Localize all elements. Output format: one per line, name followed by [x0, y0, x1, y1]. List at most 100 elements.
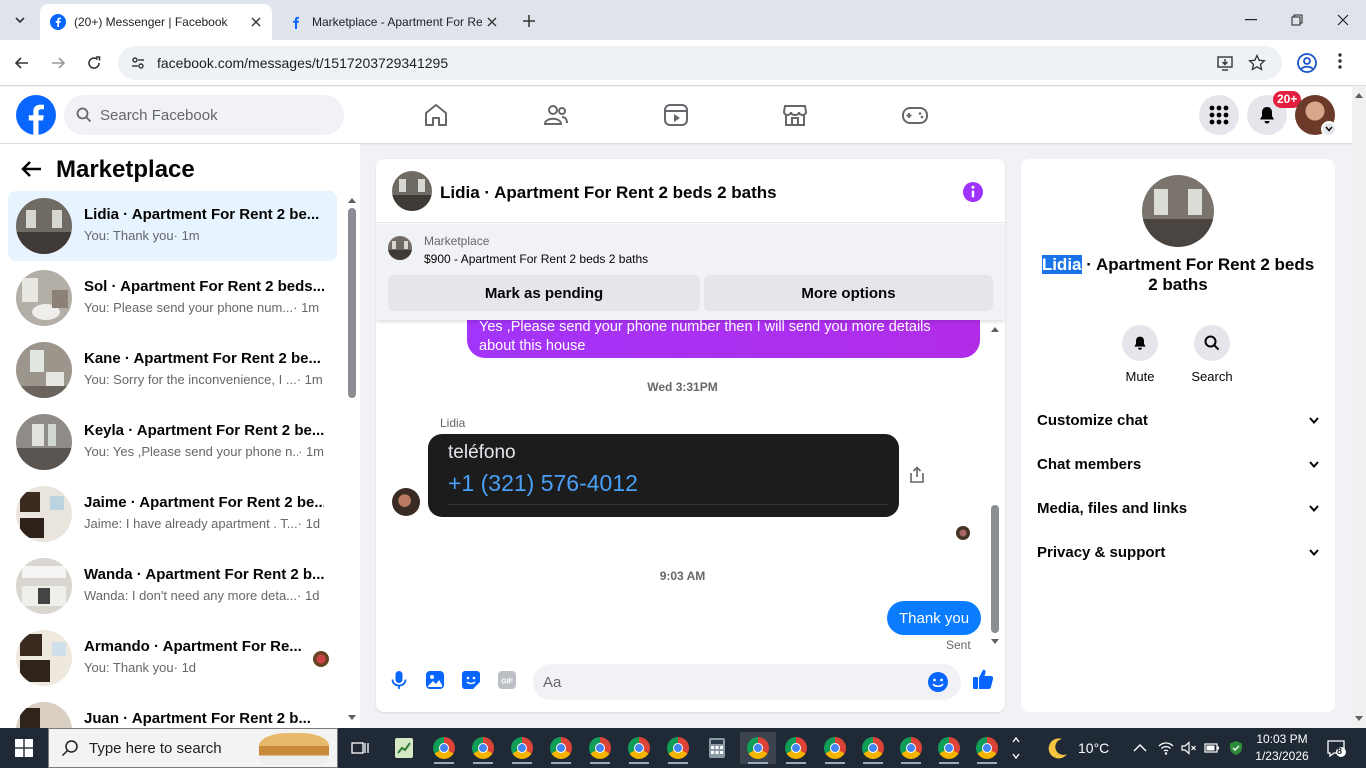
- taskbar-app-chrome[interactable]: [778, 732, 814, 764]
- start-button[interactable]: [0, 728, 48, 768]
- video-icon[interactable]: [662, 101, 690, 129]
- thumbs-up-icon[interactable]: [972, 668, 994, 690]
- chat-members-section[interactable]: Chat members: [1029, 442, 1327, 486]
- taskbar-app-chrome[interactable]: [969, 732, 1005, 764]
- chevron-up-icon[interactable]: [1132, 740, 1148, 756]
- volume-muted-icon[interactable]: [1181, 740, 1197, 756]
- gaming-icon[interactable]: [901, 101, 929, 129]
- emoji-icon[interactable]: [927, 671, 949, 693]
- weather-widget[interactable]: 10°C: [1046, 728, 1109, 768]
- friends-icon[interactable]: [542, 101, 570, 129]
- bookmark-star-icon[interactable]: [1248, 54, 1266, 72]
- close-window-button[interactable]: [1320, 0, 1366, 40]
- taskbar-app-chrome[interactable]: [931, 732, 967, 764]
- action-center-button[interactable]: 8: [1326, 738, 1346, 758]
- scroll-up-icon[interactable]: [990, 325, 1000, 333]
- phone-number-link[interactable]: +1 (321) 576-4012: [448, 470, 638, 497]
- more-options-button[interactable]: More options: [704, 275, 993, 311]
- taskbar-app-chrome[interactable]: [817, 732, 853, 764]
- task-view-button[interactable]: [342, 732, 378, 764]
- media-files-links-section[interactable]: Media, files and links: [1029, 486, 1327, 530]
- taskbar-app-chrome[interactable]: [543, 732, 579, 764]
- facebook-logo-icon[interactable]: [16, 95, 56, 135]
- scrollbar-thumb[interactable]: [991, 505, 999, 633]
- taskbar-app-chrome[interactable]: [504, 732, 540, 764]
- install-app-icon[interactable]: [1216, 54, 1234, 72]
- scroll-down-icon[interactable]: [1354, 715, 1364, 723]
- conversation-avatar[interactable]: [1142, 175, 1214, 247]
- browser-profile-icon[interactable]: [1296, 52, 1318, 74]
- back-button[interactable]: [10, 51, 34, 75]
- taskbar-app-chrome[interactable]: [621, 732, 657, 764]
- conversation-item[interactable]: Sol · Apartment For Rent 2 beds... You: …: [8, 263, 337, 333]
- tab-marketplace[interactable]: Marketplace - Apartment For Re: [278, 4, 508, 40]
- scrollbar-thumb[interactable]: [348, 208, 356, 398]
- taskbar-app-chrome-active[interactable]: [740, 732, 776, 764]
- conversation-item[interactable]: Juan · Apartment For Rent 2 b...: [8, 695, 337, 728]
- taskbar-app-chrome[interactable]: [893, 732, 929, 764]
- conversation-item[interactable]: Keyla · Apartment For Rent 2 be... You: …: [8, 407, 337, 477]
- minimize-button[interactable]: [1228, 0, 1274, 40]
- profile-avatar[interactable]: [1295, 95, 1337, 137]
- chat-title[interactable]: Lidia · Apartment For Rent 2 beds 2 bath…: [440, 183, 777, 203]
- taskbar-app-sheets[interactable]: [386, 732, 422, 764]
- reload-button[interactable]: [82, 51, 106, 75]
- search-conversation-button[interactable]: Search: [1182, 325, 1242, 384]
- taskbar-overflow-icon[interactable]: [1011, 732, 1021, 764]
- taskbar-app-chrome[interactable]: [465, 732, 501, 764]
- wifi-icon[interactable]: [1158, 740, 1174, 756]
- share-icon[interactable]: [909, 466, 925, 484]
- privacy-support-section[interactable]: Privacy & support: [1029, 530, 1327, 574]
- conversation-item[interactable]: Armando · Apartment For Re... You: Thank…: [8, 623, 337, 693]
- customize-chat-section[interactable]: Customize chat: [1029, 398, 1327, 442]
- message-input[interactable]: [543, 673, 913, 691]
- taskbar-app-chrome[interactable]: [660, 732, 696, 764]
- close-tab-icon[interactable]: [482, 12, 502, 32]
- home-icon[interactable]: [422, 101, 450, 129]
- page-scrollbar[interactable]: [1352, 87, 1366, 728]
- taskbar-app-chrome[interactable]: [582, 732, 618, 764]
- mute-button[interactable]: Mute: [1110, 325, 1170, 384]
- conversation-list-scrollbar[interactable]: [346, 196, 356, 726]
- security-shield-icon[interactable]: [1228, 740, 1244, 756]
- scroll-down-icon[interactable]: [347, 714, 357, 722]
- taskbar-search[interactable]: Type here to search: [48, 728, 338, 768]
- menu-grid-button[interactable]: [1199, 95, 1239, 135]
- gif-icon[interactable]: GIF: [497, 670, 517, 690]
- forward-button[interactable]: [46, 51, 70, 75]
- marketplace-icon[interactable]: [781, 101, 809, 129]
- taskbar-app-calculator[interactable]: [699, 732, 735, 764]
- battery-icon[interactable]: [1204, 740, 1220, 756]
- scroll-up-icon[interactable]: [1354, 91, 1364, 99]
- conversation-item[interactable]: Lidia · Apartment For Rent 2 be... You: …: [8, 191, 337, 261]
- scroll-down-icon[interactable]: [990, 638, 1000, 646]
- mark-as-pending-button[interactable]: Mark as pending: [388, 275, 700, 311]
- facebook-search-input[interactable]: [100, 106, 300, 124]
- address-bar[interactable]: facebook.com/messages/t/1517203729341295: [118, 46, 1282, 80]
- site-info-icon[interactable]: [130, 55, 146, 71]
- message-scrollbar[interactable]: [990, 325, 1000, 650]
- info-icon[interactable]: [962, 181, 984, 203]
- restore-button[interactable]: [1274, 0, 1320, 40]
- taskbar-app-chrome[interactable]: [855, 732, 891, 764]
- chat-avatar[interactable]: [392, 171, 432, 211]
- close-tab-icon[interactable]: [246, 12, 266, 32]
- facebook-search[interactable]: [64, 95, 344, 135]
- conversation-item[interactable]: Jaime · Apartment For Rent 2 be... Jaime…: [8, 479, 337, 549]
- conversation-item[interactable]: Wanda · Apartment For Rent 2 b... Wanda:…: [8, 551, 337, 621]
- browser-menu-icon[interactable]: [1338, 52, 1342, 70]
- scroll-up-icon[interactable]: [347, 196, 357, 204]
- listing-thumbnail[interactable]: [388, 236, 412, 260]
- microphone-icon[interactable]: [389, 670, 409, 690]
- taskbar-app-chrome[interactable]: [426, 732, 462, 764]
- photo-icon[interactable]: [425, 670, 445, 690]
- tab-messenger[interactable]: (20+) Messenger | Facebook: [40, 4, 272, 40]
- system-clock[interactable]: 10:03 PM 1/23/2026: [1248, 731, 1316, 765]
- new-tab-button[interactable]: [518, 10, 540, 32]
- listing-title[interactable]: $900 - Apartment For Rent 2 beds 2 baths: [424, 252, 648, 266]
- sender-avatar[interactable]: [392, 488, 420, 516]
- sticker-icon[interactable]: [461, 670, 481, 690]
- back-arrow-icon[interactable]: [20, 160, 42, 178]
- tab-search-button[interactable]: [8, 8, 32, 32]
- conversation-item[interactable]: Kane · Apartment For Rent 2 be... You: S…: [8, 335, 337, 405]
